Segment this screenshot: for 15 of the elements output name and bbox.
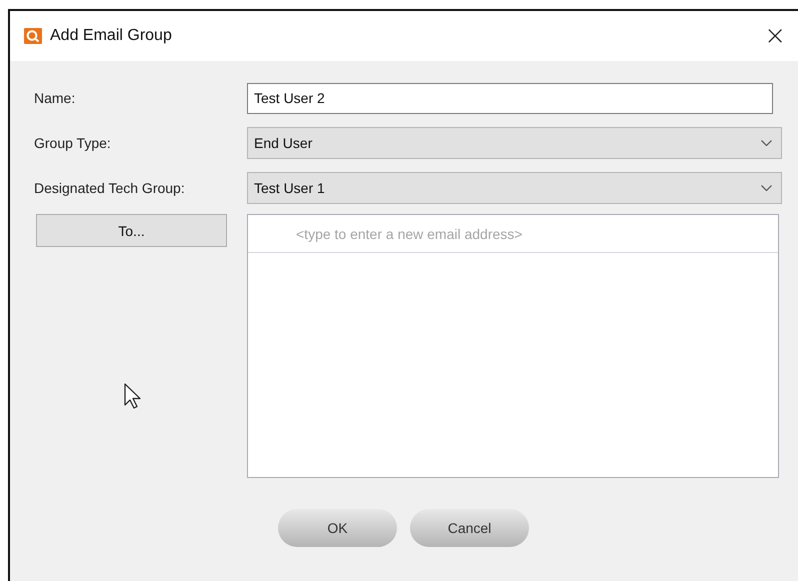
input-field[interactable]: Test User 2 — [247, 82, 773, 114]
dropdown[interactable]: Test User 1 — [247, 172, 782, 204]
chevron-down-icon — [761, 185, 772, 191]
field-label: Group Type: — [34, 135, 112, 151]
cancel-button[interactable]: Cancel — [410, 509, 529, 547]
dropdown[interactable]: End User — [247, 127, 782, 159]
field-label: Name: — [34, 90, 76, 106]
window-title: Add Email Group — [50, 27, 172, 45]
ok-button[interactable]: OK — [278, 509, 397, 547]
mouse-pointer-icon — [124, 383, 142, 409]
field-label: Designated Tech Group: — [34, 180, 186, 196]
close-button[interactable]: × — [760, 23, 790, 49]
magnifier-logo-icon — [24, 28, 42, 44]
to-button[interactable]: To... — [36, 214, 227, 247]
chevron-down-icon — [761, 140, 772, 146]
